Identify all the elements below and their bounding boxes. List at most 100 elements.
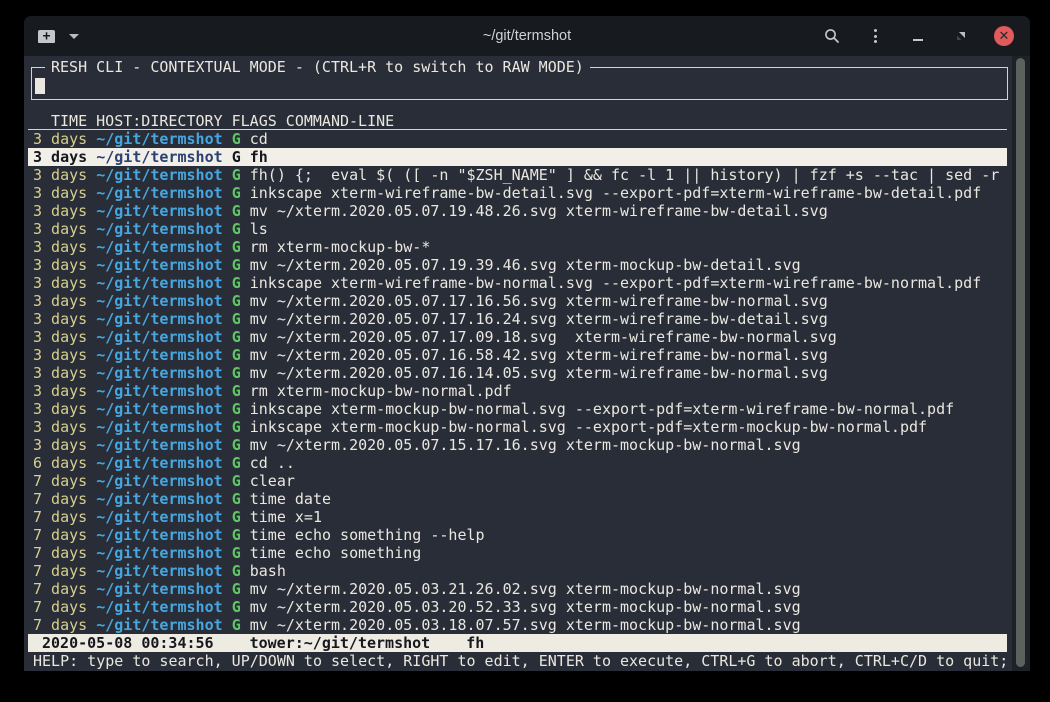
row-time: 7 days	[33, 598, 87, 616]
row-command: mv ~/xterm.2020.05.07.15.17.16.svg xterm…	[250, 436, 801, 454]
desktop-background: + ~/git/termshot	[0, 0, 1050, 702]
row-time: 7 days	[33, 580, 87, 598]
history-row[interactable]: 3 days ~/git/termshot G mv ~/xterm.2020.…	[28, 346, 1007, 364]
row-flags: G	[232, 256, 241, 274]
row-time: 3 days	[33, 274, 87, 292]
row-time: 3 days	[33, 292, 87, 310]
row-time: 7 days	[33, 526, 87, 544]
history-row[interactable]: 3 days ~/git/termshot G inkscape xterm-m…	[28, 400, 1007, 418]
row-directory: ~/git/termshot	[96, 598, 222, 616]
minimize-button[interactable]	[908, 24, 928, 48]
history-row[interactable]: 3 days ~/git/termshot G mv ~/xterm.2020.…	[28, 202, 1007, 220]
row-flags: G	[232, 400, 241, 418]
history-row[interactable]: 6 days ~/git/termshot G cd ..	[28, 454, 1007, 472]
row-time: 3 days	[33, 184, 87, 202]
row-flags: G	[232, 454, 241, 472]
row-flags: G	[232, 166, 241, 184]
row-directory: ~/git/termshot	[96, 400, 222, 418]
history-row[interactable]: 3 days ~/git/termshot G inkscape xterm-w…	[28, 274, 1007, 292]
row-flags: G	[232, 472, 241, 490]
row-command: rm xterm-mockup-bw-normal.pdf	[250, 382, 512, 400]
row-time: 7 days	[33, 616, 87, 634]
history-row[interactable]: 7 days ~/git/termshot G clear	[28, 472, 1007, 490]
row-command: mv ~/xterm.2020.05.07.17.16.56.svg xterm…	[250, 292, 828, 310]
row-command: mv ~/xterm.2020.05.07.16.14.05.svg xterm…	[250, 364, 828, 382]
history-row[interactable]: 7 days ~/git/termshot G mv ~/xterm.2020.…	[28, 616, 1007, 634]
row-time: 7 days	[33, 562, 87, 580]
row-flags: G	[232, 202, 241, 220]
row-directory: ~/git/termshot	[96, 256, 222, 274]
new-tab-button[interactable]: +	[38, 30, 79, 43]
row-time: 3 days	[33, 202, 87, 220]
row-time: 3 days	[33, 364, 87, 382]
row-flags: G	[232, 598, 241, 616]
row-directory: ~/git/termshot	[96, 454, 222, 472]
row-directory: ~/git/termshot	[96, 562, 222, 580]
history-row[interactable]: 7 days ~/git/termshot G bash	[28, 562, 1007, 580]
titlebar[interactable]: + ~/git/termshot	[24, 16, 1030, 56]
window-title: ~/git/termshot	[483, 16, 571, 56]
row-flags: G	[232, 130, 241, 148]
row-time: 7 days	[33, 508, 87, 526]
close-button[interactable]: ✕	[994, 26, 1014, 46]
search-button[interactable]	[822, 24, 842, 48]
row-directory: ~/git/termshot	[96, 166, 222, 184]
row-flags: G	[232, 274, 241, 292]
history-row[interactable]: 3 days ~/git/termshot G mv ~/xterm.2020.…	[28, 256, 1007, 274]
row-flags: G	[232, 418, 241, 436]
row-time: 7 days	[33, 472, 87, 490]
history-row[interactable]: 3 days ~/git/termshot G cd	[28, 130, 1007, 148]
history-row[interactable]: 3 days ~/git/termshot G ls	[28, 220, 1007, 238]
history-row[interactable]: 7 days ~/git/termshot G mv ~/xterm.2020.…	[28, 580, 1007, 598]
row-command: time x=1	[250, 508, 322, 526]
history-row[interactable]: 3 days ~/git/termshot G fh() {; eval $( …	[28, 166, 1007, 184]
row-time: 3 days	[33, 436, 87, 454]
restore-button[interactable]	[951, 24, 971, 48]
history-row[interactable]: 3 days ~/git/termshot G rm xterm-mockup-…	[28, 238, 1007, 256]
status-command: fh	[466, 634, 484, 652]
row-directory: ~/git/termshot	[96, 382, 222, 400]
scrollbar-track[interactable]	[1012, 56, 1030, 671]
row-directory: ~/git/termshot	[96, 274, 222, 292]
menu-kebab-icon	[874, 29, 877, 43]
row-command: inkscape xterm-wireframe-bw-normal.svg -…	[250, 274, 982, 292]
scrollbar-thumb[interactable]	[1016, 58, 1025, 667]
history-row[interactable]: 3 days ~/git/termshot G inkscape xterm-w…	[28, 184, 1007, 202]
row-time: 7 days	[33, 544, 87, 562]
history-row[interactable]: 7 days ~/git/termshot G time x=1	[28, 508, 1007, 526]
row-directory: ~/git/termshot	[96, 364, 222, 382]
history-row[interactable]: 7 days ~/git/termshot G time echo someth…	[28, 526, 1007, 544]
history-row[interactable]: 3 days ~/git/termshot G mv ~/xterm.2020.…	[28, 436, 1007, 454]
history-row[interactable]: 3 days ~/git/termshot G inkscape xterm-m…	[28, 418, 1007, 436]
row-command: mv ~/xterm.2020.05.07.16.58.42.svg xterm…	[250, 346, 828, 364]
row-command: mv ~/xterm.2020.05.07.17.09.18.svg xterm…	[250, 328, 837, 346]
history-row[interactable]: 7 days ~/git/termshot G mv ~/xterm.2020.…	[28, 598, 1007, 616]
plus-glyph: +	[43, 31, 51, 42]
row-command: mv ~/xterm.2020.05.07.19.48.26.svg xterm…	[250, 202, 828, 220]
menu-button[interactable]	[865, 24, 885, 48]
row-directory: ~/git/termshot	[96, 202, 222, 220]
row-flags: G	[232, 328, 241, 346]
terminal-content[interactable]: RESH CLI - CONTEXTUAL MODE - (CTRL+R to …	[24, 56, 1030, 671]
history-row-selected[interactable]: 3 days ~/git/termshot G fh	[28, 148, 1007, 166]
row-time: 3 days	[33, 346, 87, 364]
row-time: 3 days	[33, 382, 87, 400]
row-directory: ~/git/termshot	[96, 544, 222, 562]
row-flags: G	[232, 238, 241, 256]
row-command: mv ~/xterm.2020.05.07.19.39.46.svg xterm…	[250, 256, 801, 274]
history-row[interactable]: 3 days ~/git/termshot G rm xterm-mockup-…	[28, 382, 1007, 400]
row-directory: ~/git/termshot	[96, 472, 222, 490]
history-row[interactable]: 3 days ~/git/termshot G mv ~/xterm.2020.…	[28, 328, 1007, 346]
row-directory: ~/git/termshot	[96, 310, 222, 328]
row-command: time echo something	[250, 544, 422, 562]
row-directory: ~/git/termshot	[96, 130, 222, 148]
row-time: 3 days	[33, 220, 87, 238]
row-command: clear	[250, 472, 295, 490]
chevron-down-icon[interactable]	[69, 34, 79, 39]
history-row[interactable]: 7 days ~/git/termshot G time date	[28, 490, 1007, 508]
history-row[interactable]: 3 days ~/git/termshot G mv ~/xterm.2020.…	[28, 364, 1007, 382]
history-row[interactable]: 7 days ~/git/termshot G time echo someth…	[28, 544, 1007, 562]
history-row[interactable]: 3 days ~/git/termshot G mv ~/xterm.2020.…	[28, 292, 1007, 310]
row-directory: ~/git/termshot	[96, 418, 222, 436]
history-row[interactable]: 3 days ~/git/termshot G mv ~/xterm.2020.…	[28, 310, 1007, 328]
